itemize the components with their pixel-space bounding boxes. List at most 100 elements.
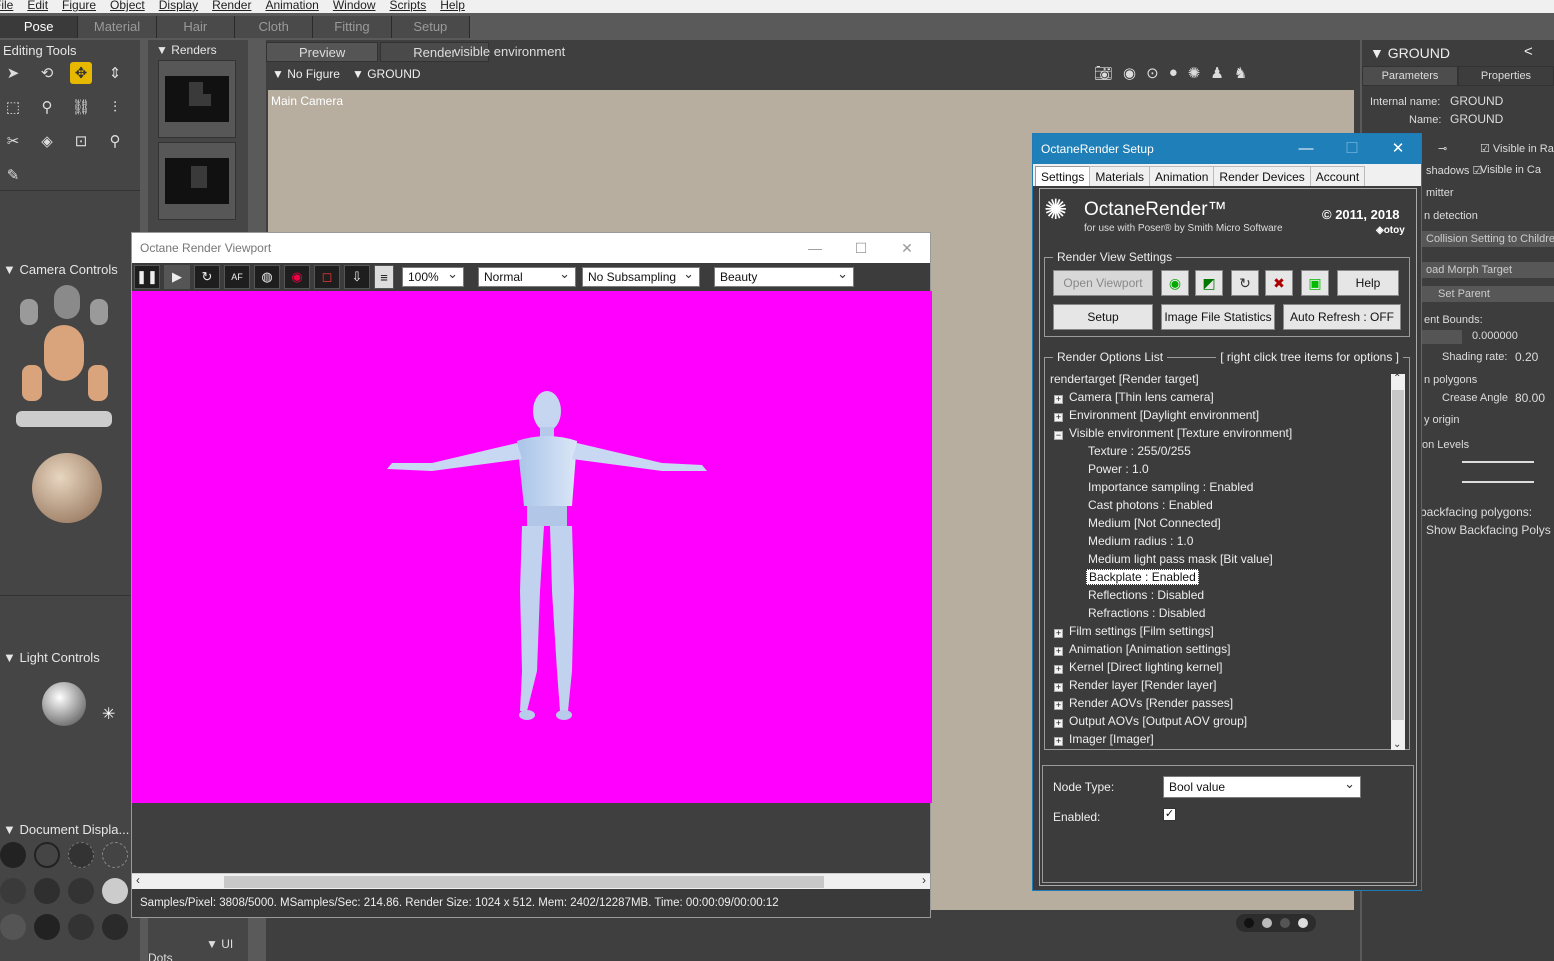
- flat-lined-style-icon[interactable]: [68, 878, 94, 904]
- tree-item[interactable]: Power : 1.0: [1088, 461, 1149, 477]
- cartoon-line-style-icon[interactable]: [0, 914, 26, 940]
- translate-icon[interactable]: ✥: [70, 62, 92, 84]
- room-tab-hair[interactable]: Hair: [156, 16, 235, 38]
- menu-object[interactable]: Object: [104, 0, 153, 13]
- tree-item[interactable]: + Camera [Thin lens camera]: [1054, 389, 1214, 405]
- tree-scroll-thumb[interactable]: [1392, 390, 1404, 720]
- cartoon-style-icon[interactable]: [102, 878, 128, 904]
- refresh-icon[interactable]: ↻: [1231, 270, 1259, 296]
- maximize-icon[interactable]: ☐: [838, 233, 884, 263]
- sphere-icon[interactable]: ●: [1169, 64, 1178, 82]
- tab-preview[interactable]: Preview: [266, 42, 379, 62]
- menu-help[interactable]: Help: [434, 0, 473, 13]
- material-icon[interactable]: ◩: [1195, 270, 1223, 296]
- mode-select[interactable]: Normal: [478, 265, 576, 287]
- paint-bucket-icon[interactable]: ◈: [36, 130, 58, 152]
- visible-in-camera-checkbox[interactable]: Visible in Ca: [1480, 164, 1541, 176]
- enabled-checkbox[interactable]: ✓: [1163, 808, 1176, 821]
- light-sphere-icon[interactable]: [42, 682, 86, 726]
- room-tab-setup[interactable]: Setup: [391, 16, 470, 38]
- level-slider[interactable]: [1462, 481, 1534, 483]
- tab-render-devices[interactable]: Render Devices: [1213, 166, 1311, 186]
- tab-settings[interactable]: Settings: [1035, 166, 1091, 186]
- tree-item[interactable]: + Animation [Animation settings]: [1054, 641, 1230, 657]
- set-parent-button[interactable]: Set Parent: [1422, 286, 1554, 302]
- tree-item[interactable]: Refractions : Disabled: [1088, 605, 1205, 621]
- tree-item[interactable]: rendertarget [Render target]: [1050, 371, 1199, 387]
- minimize-icon[interactable]: —: [792, 233, 838, 263]
- actor-selector[interactable]: ▼ GROUND: [352, 67, 421, 81]
- tab-materials[interactable]: Materials: [1089, 166, 1151, 186]
- ui-dot[interactable]: [1298, 918, 1308, 928]
- tree-item[interactable]: + Environment [Daylight environment]: [1054, 407, 1259, 423]
- subsampling-select[interactable]: No Subsampling: [582, 265, 700, 287]
- render-pass-select[interactable]: Beauty: [714, 265, 854, 287]
- camera-icon[interactable]: 📷︎: [1094, 64, 1113, 82]
- menu-render[interactable]: Render: [206, 0, 259, 13]
- room-tab-pose[interactable]: Pose: [0, 16, 79, 38]
- morph-brush-icon[interactable]: ✎: [2, 164, 24, 186]
- room-tab-material[interactable]: Material: [78, 16, 157, 38]
- expand-icon[interactable]: +: [1054, 413, 1063, 422]
- room-tab-cloth[interactable]: Cloth: [234, 16, 314, 38]
- help-button[interactable]: Help: [1337, 270, 1399, 296]
- left-hand-icon[interactable]: [22, 365, 42, 401]
- info-icon[interactable]: ≡: [374, 265, 394, 289]
- menu-file[interactable]: File: [0, 0, 21, 13]
- ground-figure-icon[interactable]: ♟: [1210, 64, 1223, 82]
- tree-item[interactable]: + Render AOVs [Render passes]: [1054, 695, 1233, 711]
- tree-item[interactable]: + Output AOVs [Output AOV group]: [1054, 713, 1247, 729]
- expand-icon[interactable]: +: [1054, 665, 1063, 674]
- save-image-icon[interactable]: ⇩: [344, 265, 370, 289]
- texture-shaded-style-icon[interactable]: [102, 914, 128, 940]
- camera-controls[interactable]: [14, 285, 124, 525]
- bounds-value[interactable]: 0.000000: [1472, 330, 1518, 342]
- name-value[interactable]: GROUND: [1450, 112, 1503, 126]
- magnifier-icon[interactable]: ⚲: [104, 130, 126, 152]
- pause-icon[interactable]: ❚❚: [134, 265, 160, 289]
- scroll-right-icon[interactable]: ›: [922, 873, 926, 887]
- stop-icon[interactable]: ✖: [1265, 270, 1293, 296]
- show-backfacing-checkbox[interactable]: Show Backfacing Polys: [1426, 523, 1551, 537]
- translate-in-out-icon[interactable]: ⇕: [104, 62, 126, 84]
- smooth-lined-style-icon[interactable]: [68, 914, 94, 940]
- close-icon[interactable]: ✕: [1375, 134, 1421, 164]
- render-thumbnail[interactable]: [158, 142, 236, 220]
- tab-properties[interactable]: Properties: [1458, 66, 1554, 86]
- face-camera-icon[interactable]: [54, 285, 80, 319]
- region-render-icon[interactable]: ◻: [314, 265, 340, 289]
- menu-edit[interactable]: Edit: [21, 0, 56, 13]
- load-morph-target-button[interactable]: oad Morph Target: [1422, 262, 1554, 278]
- rotate-icon[interactable]: ⟲: [36, 62, 58, 84]
- ui-dot[interactable]: [1244, 918, 1254, 928]
- smooth-shaded-style-icon[interactable]: [34, 914, 60, 940]
- tree-item[interactable]: Medium light pass mask [Bit value]: [1088, 551, 1273, 567]
- ui-dot[interactable]: [1262, 918, 1272, 928]
- play-icon[interactable]: ▶: [164, 265, 190, 289]
- silhouette-style-icon[interactable]: [0, 842, 26, 868]
- tree-vertical-scrollbar[interactable]: ⌃ ⌄: [1391, 373, 1405, 750]
- expand-icon[interactable]: +: [1054, 395, 1063, 404]
- tab-account[interactable]: Account: [1309, 166, 1366, 186]
- menu-figure[interactable]: Figure: [56, 0, 104, 13]
- close-icon[interactable]: ✕: [884, 233, 930, 263]
- setup-button[interactable]: Setup: [1053, 304, 1153, 330]
- move-xz-icon[interactable]: [16, 411, 112, 427]
- tree-item[interactable]: Importance sampling : Enabled: [1088, 479, 1253, 495]
- tree-item-selected[interactable]: Backplate : Enabled: [1086, 569, 1199, 585]
- flat-shaded-style-icon[interactable]: [34, 878, 60, 904]
- material-picker-icon[interactable]: ◍: [254, 265, 280, 289]
- crease-angle-value[interactable]: 80.00: [1515, 391, 1545, 405]
- render-settings-icon[interactable]: ♞: [1234, 64, 1247, 82]
- expand-icon[interactable]: +: [1054, 701, 1063, 710]
- wireframe-style-icon[interactable]: [68, 842, 94, 868]
- minimize-icon[interactable]: —: [1283, 134, 1329, 164]
- tree-item[interactable]: + Kernel [Direct lighting kernel]: [1054, 659, 1222, 675]
- restart-icon[interactable]: ↻: [194, 265, 220, 289]
- zoom-select[interactable]: 100%: [402, 265, 464, 287]
- scroll-left-icon[interactable]: ‹: [136, 873, 140, 887]
- tree-item[interactable]: Reflections : Disabled: [1088, 587, 1204, 603]
- area-render-icon[interactable]: ⊙: [1146, 64, 1159, 82]
- select-arrow-icon[interactable]: ➤: [2, 62, 24, 84]
- tab-parameters[interactable]: Parameters: [1362, 66, 1458, 86]
